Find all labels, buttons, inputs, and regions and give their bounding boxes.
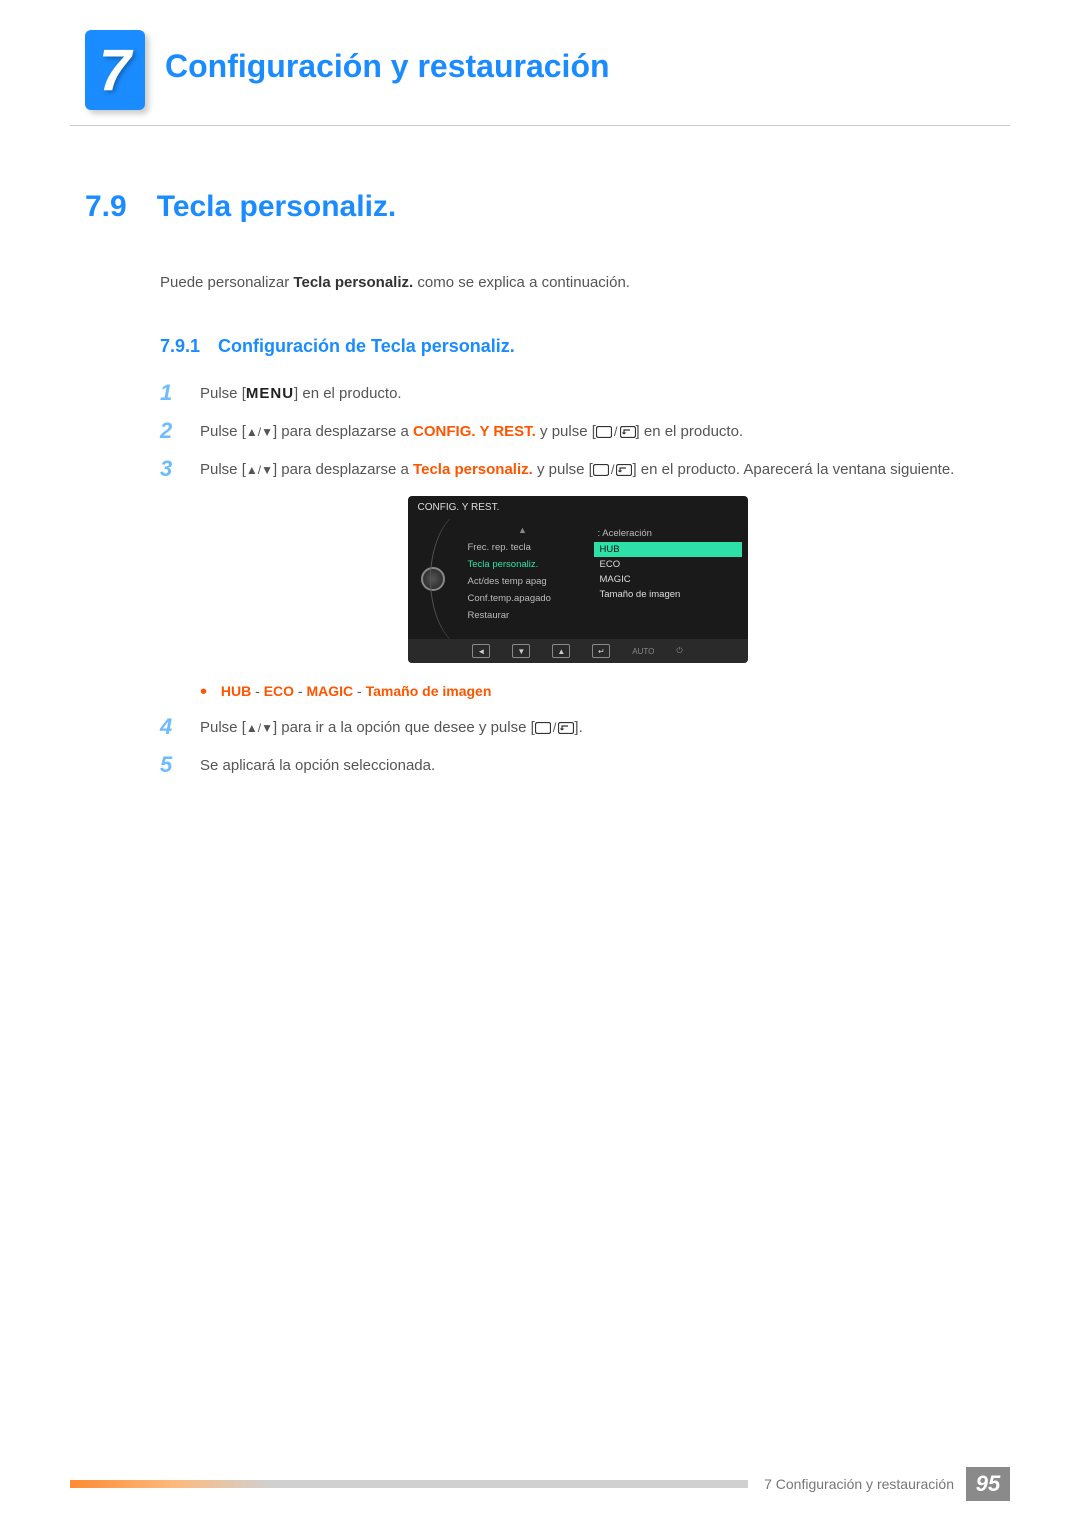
intro-pre: Puede personalizar [160, 274, 293, 291]
section: 7.9 Tecla personaliz. Puede personalizar… [85, 190, 995, 792]
t: Pulse [ [200, 461, 246, 478]
step-num: 5 [160, 754, 178, 776]
section-heading: 7.9 Tecla personaliz. [85, 190, 995, 224]
t: Pulse [ [200, 423, 246, 440]
target-red: CONFIG. Y REST. [413, 423, 536, 440]
osd-dial [408, 519, 458, 639]
osd-btn-enter: ↵ [592, 644, 610, 658]
chapter-title: Configuración y restauración [165, 48, 610, 85]
t: ] en el producto. [294, 385, 402, 402]
osd-btn-up: ▲ [552, 644, 570, 658]
target-red: Tecla personaliz. [413, 461, 533, 478]
step-text: Pulse [ ] para ir a la opción que desee y… [200, 716, 583, 740]
sep: - [251, 683, 263, 699]
page-number: 95 [966, 1467, 1010, 1501]
footer-text: 7 Configuración y restauración [764, 1476, 954, 1492]
steps-list: 1 Pulse [MENU] en el producto. 2 Pulse [… [160, 382, 995, 778]
osd-option: ECO [594, 557, 742, 572]
t: Pulse [ [200, 385, 246, 402]
osd-left-menu: ▲ Frec. rep. tecla Tecla personaliz. Act… [458, 519, 588, 639]
osd-panel: CONFIG. Y REST. ▲ Frec. rep. tecla Tecla… [408, 496, 748, 663]
subsection-heading: 7.9.1 Configuración de Tecla personaliz. [160, 336, 995, 357]
step-4: 4 Pulse [ ] para ir a la opción que desee… [160, 716, 995, 740]
chapter-number: 7 [99, 37, 131, 104]
select-icon: / [535, 718, 575, 739]
subsection-title: Configuración de Tecla personaliz. [218, 336, 515, 357]
power-icon: ⏻ [676, 646, 682, 656]
t: ]. [574, 719, 582, 736]
osd-item: Conf.temp.apagado [462, 590, 584, 607]
select-icon: / [596, 422, 636, 443]
section-title: Tecla personaliz. [157, 190, 397, 224]
step-text: Pulse [MENU] en el producto. [200, 382, 402, 406]
osd-right-label: : Aceleración [594, 525, 742, 542]
step-text: Pulse [ ] para desplazarse a CONFIG. Y RE… [200, 420, 743, 444]
t: ] para ir a la opción que desee y pulse … [273, 719, 535, 736]
step-text: Pulse [ ] para desplazarse a Tecla person… [200, 458, 954, 482]
t: y pulse [ [536, 423, 596, 440]
t: ] para desplazarse a [273, 461, 413, 478]
osd-item: Frec. rep. tecla [462, 539, 584, 556]
arrow-icons [246, 423, 273, 440]
osd-title: CONFIG. Y REST. [408, 496, 748, 519]
t: Pulse [ [200, 719, 246, 736]
osd-item: Restaurar [462, 607, 584, 624]
step-num: 2 [160, 420, 178, 442]
step-2: 2 Pulse [ ] para desplazarse a CONFIG. Y … [160, 420, 995, 444]
step-num: 3 [160, 458, 178, 480]
page-root: 7 Configuración y restauración 7.9 Tecla… [0, 0, 1080, 30]
intro-post: como se explica a continuación. [413, 274, 630, 291]
arrow-icons [246, 461, 273, 478]
chapter-rule [70, 125, 1010, 126]
osd-btn-left: ◄ [472, 644, 490, 658]
osd-body: ▲ Frec. rep. tecla Tecla personaliz. Act… [408, 519, 748, 639]
t: ] para desplazarse a [273, 423, 413, 440]
osd-item-active: Tecla personaliz. [462, 556, 584, 573]
step-text: Se aplicará la opción seleccionada. [200, 754, 435, 778]
sep: - [353, 683, 365, 699]
t: ] en el producto. [636, 423, 744, 440]
opt: Tamaño de imagen [366, 683, 492, 699]
osd-right-panel: : Aceleración HUB ECO MAGIC Tamaño de im… [588, 519, 748, 639]
osd-up-arrow: ▲ [462, 525, 584, 535]
section-number: 7.9 [85, 190, 127, 224]
osd-auto: AUTO [632, 647, 654, 656]
opt: HUB [221, 683, 251, 699]
subsection-number: 7.9.1 [160, 336, 200, 357]
footer-bar [70, 1480, 748, 1488]
t: y pulse [ [533, 461, 593, 478]
bullet-icon: • [200, 681, 207, 703]
step-5: 5 Se aplicará la opción seleccionada. [160, 754, 995, 778]
t: ] en el producto. Aparecerá la ventana s… [632, 461, 954, 478]
osd-option: MAGIC [594, 572, 742, 587]
select-icon: / [593, 460, 633, 481]
step-1: 1 Pulse [MENU] en el producto. [160, 382, 995, 406]
opt: MAGIC [307, 683, 354, 699]
arrow-icons [246, 719, 273, 736]
step-num: 1 [160, 382, 178, 404]
chapter-badge: 7 [85, 30, 145, 110]
page-footer: 7 Configuración y restauración 95 [70, 1469, 1010, 1499]
intro-text: Puede personalizar Tecla personaliz. com… [160, 274, 995, 291]
osd-btn-down: ▼ [512, 644, 530, 658]
bullet-options: • HUB - ECO - MAGIC - Tamaño de imagen [200, 681, 995, 704]
intro-bold: Tecla personaliz. [293, 274, 413, 291]
osd-option-highlight: HUB [594, 542, 742, 557]
step-3: 3 Pulse [ ] para desplazarse a Tecla pers… [160, 458, 995, 482]
osd-footer: ◄ ▼ ▲ ↵ AUTO ⏻ [408, 639, 748, 663]
opt: ECO [264, 683, 294, 699]
menu-key: MENU [246, 385, 294, 402]
sep: - [294, 683, 306, 699]
osd-option: Tamaño de imagen [594, 587, 742, 602]
osd-item: Act/des temp apag [462, 573, 584, 590]
step-num: 4 [160, 716, 178, 738]
